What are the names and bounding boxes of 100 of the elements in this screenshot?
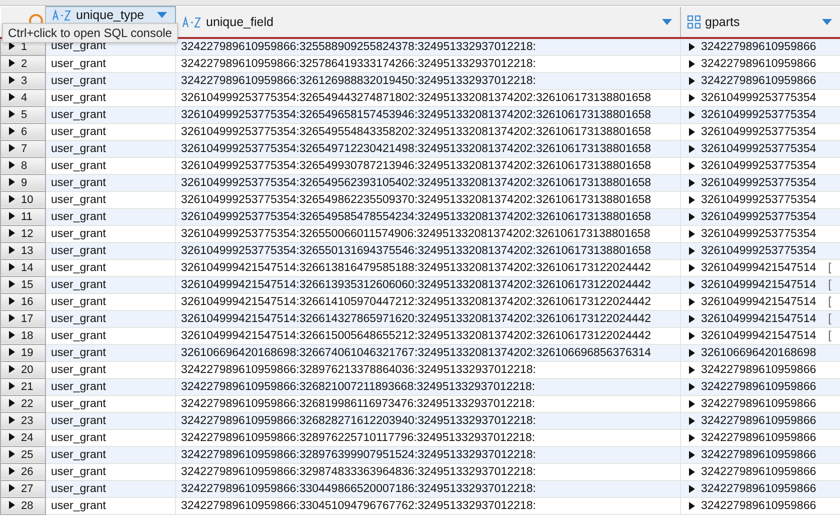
row-number[interactable]: 24 [0, 429, 46, 446]
table-cell: 326106696420168698:326674061046321767:324951332081374202:326106696856376314 [176, 344, 680, 361]
expand-icon[interactable] [689, 502, 695, 510]
expand-icon[interactable] [689, 434, 695, 442]
row-number[interactable]: 28 [0, 497, 46, 514]
table-cell: 326104999253775354 [701, 92, 816, 104]
table-cell: user_grant [46, 157, 176, 174]
row-number[interactable]: 11 [0, 208, 46, 225]
table-cell: [ [828, 312, 832, 324]
row-number[interactable]: 8 [0, 157, 46, 174]
row-number[interactable]: 4 [0, 89, 46, 106]
expand-icon[interactable] [689, 484, 695, 492]
column-header[interactable]: unique_field [176, 6, 680, 38]
row-number[interactable]: 2 [0, 55, 46, 72]
row-number[interactable]: 17 [0, 310, 46, 327]
table-cell: user_grant [46, 293, 176, 310]
expand-icon[interactable] [689, 416, 695, 424]
table-cell: 324227989610959866 [701, 380, 816, 392]
expand-icon[interactable] [689, 280, 695, 288]
table-cell: user_grant [46, 310, 176, 327]
expand-icon[interactable] [689, 42, 695, 50]
expand-icon[interactable] [689, 246, 695, 254]
table-cell: user_grant [46, 140, 176, 157]
table-cell: 326104999253775354 [701, 142, 816, 154]
row-number[interactable]: 19 [0, 344, 46, 361]
row-number[interactable]: 3 [0, 72, 46, 89]
expand-icon[interactable] [689, 468, 695, 476]
table-cell: 324227989610959866:326828271612203940:324951332937012218: [176, 412, 680, 429]
expand-icon[interactable] [689, 332, 695, 340]
table-cell: user_grant [46, 123, 176, 140]
expand-icon[interactable] [689, 76, 695, 84]
expand-icon[interactable] [689, 400, 695, 408]
table-cell: user_grant [46, 89, 176, 106]
text-type-icon [182, 16, 202, 28]
table-cell: 326104999253775354 [701, 176, 816, 188]
table-cell: user_grant [46, 259, 176, 276]
expand-icon[interactable] [689, 178, 695, 186]
expand-icon[interactable] [689, 110, 695, 118]
row-number[interactable]: 18 [0, 327, 46, 344]
expand-icon[interactable] [689, 298, 695, 306]
table-cell: 324227989610959866:328976213378864036:324951332937012218: [176, 361, 680, 378]
row-number[interactable]: 26 [0, 463, 46, 480]
dropdown-icon[interactable] [822, 18, 832, 24]
expand-icon[interactable] [689, 366, 695, 374]
row-number[interactable]: 6 [0, 123, 46, 140]
row-number[interactable]: 12 [0, 225, 46, 242]
tooltip: Ctrl+click to open SQL console [2, 23, 178, 43]
row-number[interactable]: 10 [0, 191, 46, 208]
row-number[interactable]: 13 [0, 242, 46, 259]
table-cell: 326104999421547514 [701, 330, 816, 342]
table-cell: [ [828, 262, 832, 274]
expand-icon[interactable] [689, 314, 695, 322]
expand-icon[interactable] [689, 162, 695, 170]
expand-icon[interactable] [689, 230, 695, 238]
table-cell: 326104999253775354:326550066011574906:324951332081374202:326106173138801658 [176, 225, 680, 242]
table-cell: 326104999421547514 [701, 312, 816, 324]
row-number[interactable]: 25 [0, 446, 46, 463]
table-cell: 326104999253775354 [701, 126, 816, 138]
table-cell: 324227989610959866 [701, 398, 816, 410]
row-number[interactable]: 9 [0, 174, 46, 191]
row-number[interactable]: 7 [0, 140, 46, 157]
row-number[interactable]: 15 [0, 276, 46, 293]
expand-icon[interactable] [689, 94, 695, 102]
table-cell: 326104999421547514:326613816479585188:324951332081374202:326106173122024442 [176, 259, 680, 276]
expand-icon[interactable] [689, 144, 695, 152]
row-number[interactable]: 14 [0, 259, 46, 276]
table-cell: user_grant [46, 242, 176, 259]
table-cell: user_grant [46, 463, 176, 480]
dropdown-icon[interactable] [157, 12, 167, 18]
table-cell: 326104999421547514 [701, 262, 816, 274]
row-number[interactable]: 27 [0, 480, 46, 497]
expand-icon[interactable] [689, 212, 695, 220]
table-cell: 326104999421547514:326615005648655212:324951332081374202:326106173122024442 [176, 327, 680, 344]
table-cell: user_grant [46, 378, 176, 395]
table-cell: 326104999253775354 [701, 228, 816, 240]
row-number[interactable]: 5 [0, 106, 46, 123]
table-cell: 326104999253775354:326549862235509370:324951332081374202:326106173138801658 [176, 191, 680, 208]
row-number[interactable]: 22 [0, 395, 46, 412]
table-cell: 326104999253775354:326549585478554234:324951332081374202:326106173138801658 [176, 208, 680, 225]
row-number[interactable]: 16 [0, 293, 46, 310]
row-number[interactable]: 21 [0, 378, 46, 395]
expand-icon[interactable] [689, 450, 695, 458]
expand-icon[interactable] [689, 60, 695, 68]
expand-icon[interactable] [689, 196, 695, 204]
table-cell: 324227989610959866:326126988832019450:324951332937012218: [176, 72, 680, 89]
table-cell: user_grant [46, 174, 176, 191]
expand-icon[interactable] [689, 264, 695, 272]
table-cell: 324227989610959866 [701, 432, 816, 444]
table-cell: [ [828, 278, 832, 290]
expand-icon[interactable] [689, 348, 695, 356]
expand-icon[interactable] [689, 382, 695, 390]
table-cell: user_grant [46, 191, 176, 208]
column-header[interactable]: gparts [680, 6, 840, 38]
dropdown-icon[interactable] [662, 18, 672, 24]
table-cell: 326104999253775354:326549554843358202:324951332081374202:326106173138801658 [176, 123, 680, 140]
table-cell: 326104999421547514:326614105970447212:324951332081374202:326106173122024442 [176, 293, 680, 310]
table-cell: 326104999253775354 [701, 244, 816, 256]
expand-icon[interactable] [689, 128, 695, 136]
row-number[interactable]: 23 [0, 412, 46, 429]
row-number[interactable]: 20 [0, 361, 46, 378]
